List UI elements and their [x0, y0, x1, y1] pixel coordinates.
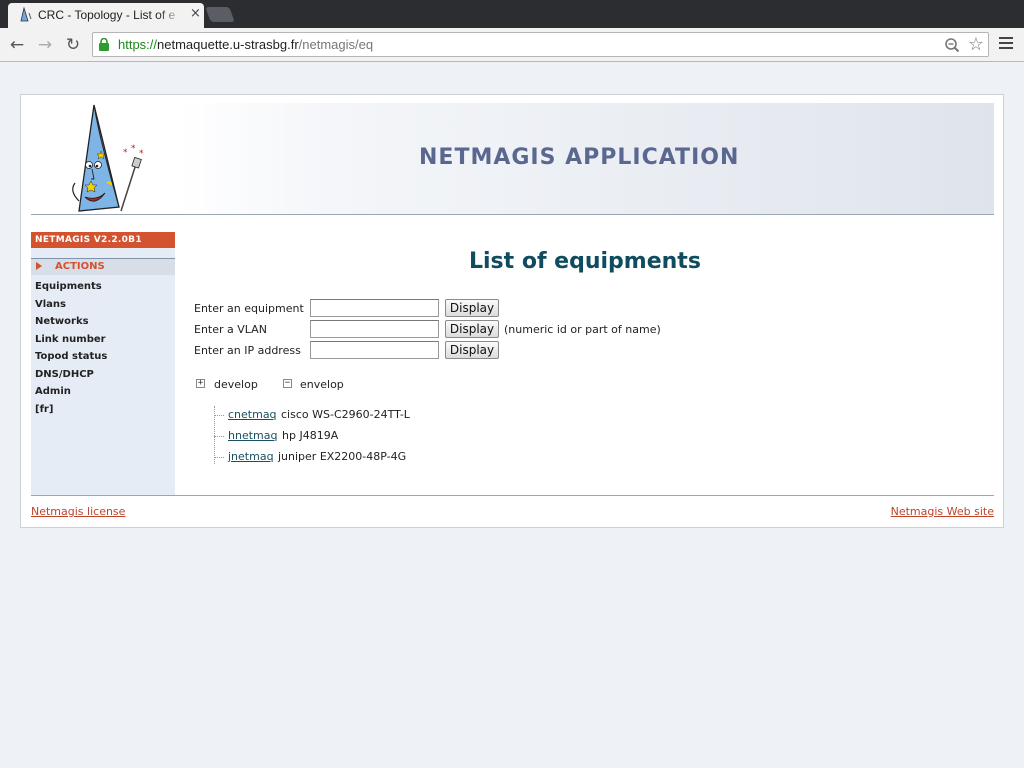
- page-container: * * * NETMAGIS APPLICATION NETMAGIS V2.2…: [20, 94, 1004, 528]
- reload-icon[interactable]: ↻: [62, 34, 84, 56]
- back-arrow-icon[interactable]: ←: [6, 34, 28, 56]
- app-title: NETMAGIS APPLICATION: [419, 145, 740, 170]
- browser-menu-icon[interactable]: [999, 37, 1013, 51]
- svg-text:*: *: [131, 144, 136, 154]
- display-ip-button[interactable]: Display: [445, 341, 499, 359]
- equipment-input[interactable]: [310, 299, 439, 317]
- sidebar: NETMAGIS V2.2.0B1 ACTIONS Equipments Vla…: [31, 232, 175, 496]
- wizard-favicon-icon: [20, 7, 32, 22]
- license-link[interactable]: Netmagis license: [31, 505, 125, 518]
- equipment-desc: juniper EX2200-48P-4G: [278, 450, 407, 463]
- display-vlan-button[interactable]: Display: [445, 320, 499, 338]
- envelop-label[interactable]: envelop: [300, 378, 344, 391]
- actions-header[interactable]: ACTIONS: [31, 258, 175, 275]
- url-scheme: https://: [118, 37, 158, 52]
- tree-branch: [214, 415, 224, 416]
- new-tab-button[interactable]: [205, 7, 235, 22]
- lock-icon: [99, 38, 109, 51]
- sidebar-item-networks[interactable]: Networks: [31, 313, 175, 331]
- equipment-link[interactable]: jnetmaq: [228, 450, 274, 463]
- equipment-search-row: Enter an equipment Display: [194, 299, 514, 319]
- browser-tab-bar: CRC - Topology - List of e ×: [0, 0, 1024, 28]
- sidebar-item-equipments[interactable]: Equipments: [31, 278, 175, 296]
- sidebar-item-dns-dhcp[interactable]: DNS/DHCP: [31, 366, 175, 384]
- equipment-link[interactable]: cnetmaq: [228, 408, 277, 421]
- sidebar-item-vlans[interactable]: Vlans: [31, 296, 175, 314]
- vlan-hint: (numeric id or part of name): [504, 323, 661, 336]
- sidebar-item-topod-status[interactable]: Topod status: [31, 348, 175, 366]
- browser-tab[interactable]: CRC - Topology - List of e ×: [8, 3, 204, 28]
- zoom-icon[interactable]: [944, 37, 960, 53]
- display-equipment-button[interactable]: Display: [445, 299, 499, 317]
- vlan-label: Enter a VLAN: [194, 323, 267, 336]
- page-title: List of equipments: [469, 249, 701, 274]
- sidebar-menu: Equipments Vlans Networks Link number To…: [31, 275, 175, 418]
- forward-arrow-icon[interactable]: →: [34, 34, 56, 56]
- actions-label: ACTIONS: [55, 261, 105, 272]
- ip-label: Enter an IP address: [194, 344, 301, 357]
- triangle-right-icon: [36, 262, 42, 270]
- vlan-input[interactable]: [310, 320, 439, 338]
- vlan-search-row: Enter a VLAN Display (numeric id or part…: [194, 320, 694, 340]
- equipment-desc: cisco WS-C2960-24TT-L: [281, 408, 410, 421]
- ip-search-row: Enter an IP address Display: [194, 341, 514, 361]
- tab-title: CRC - Topology - List of e: [38, 8, 176, 22]
- svg-text:*: *: [123, 148, 128, 158]
- bookmark-star-icon[interactable]: ☆: [968, 34, 984, 55]
- website-link[interactable]: Netmagis Web site: [891, 505, 994, 518]
- tree-branch: [214, 457, 224, 458]
- sidebar-item-admin[interactable]: Admin: [31, 383, 175, 401]
- version-badge: NETMAGIS V2.2.0B1: [31, 232, 175, 248]
- browser-toolbar: ← → ↻ https://netmaquette.u-strasbg.fr/n…: [0, 28, 1024, 62]
- equipment-link[interactable]: hnetmaq: [228, 429, 277, 442]
- address-bar[interactable]: https://netmaquette.u-strasbg.fr/netmagi…: [92, 32, 989, 57]
- netmagis-wizard-logo: * * *: [72, 104, 144, 212]
- expand-all-icon[interactable]: +: [196, 379, 205, 388]
- tree-branch: [214, 436, 224, 437]
- close-tab-icon[interactable]: ×: [190, 6, 201, 21]
- tree-controls: + develop − envelop: [196, 377, 396, 393]
- url-host: netmaquette.u-strasbg.fr: [157, 37, 299, 52]
- tab-fade: [158, 5, 183, 25]
- collapse-all-icon[interactable]: −: [283, 379, 292, 388]
- url-path: /netmagis/eq: [298, 37, 374, 52]
- ip-input[interactable]: [310, 341, 439, 359]
- sidebar-item-language-fr[interactable]: [fr]: [31, 401, 175, 419]
- page-footer: Netmagis license Netmagis Web site: [31, 495, 994, 525]
- equipment-desc: hp J4819A: [282, 429, 339, 442]
- develop-label[interactable]: develop: [214, 378, 258, 391]
- equipment-label: Enter an equipment: [194, 302, 304, 315]
- svg-text:*: *: [139, 149, 144, 159]
- url-text: https://netmaquette.u-strasbg.fr/netmagi…: [118, 37, 373, 52]
- app-header: * * * NETMAGIS APPLICATION: [31, 103, 994, 215]
- sidebar-item-link-number[interactable]: Link number: [31, 331, 175, 349]
